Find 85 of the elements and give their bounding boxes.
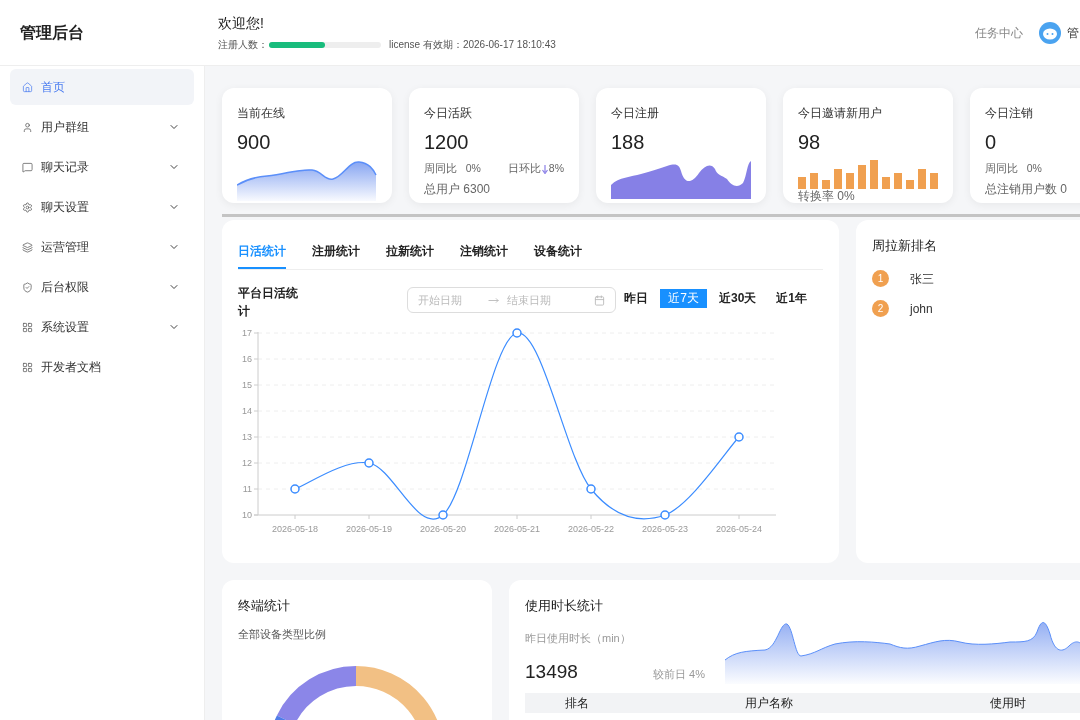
week-ratio: 周同比 0% [424,161,481,176]
y-tick-label: 16 [242,354,252,364]
sidebar-item[interactable]: 后台权限 [10,269,194,305]
range-button[interactable]: 昨日 [616,289,657,308]
data-point [512,328,522,338]
calendar-icon [594,294,605,306]
card-total: 总用户 6300 [424,180,492,198]
sidebar-item[interactable]: 首页 [10,69,194,105]
user-name[interactable]: 管 [1067,23,1080,42]
card-total: 总注销用户数 0 [985,180,1068,198]
data-point [290,484,300,494]
y-tick-label: 10 [242,510,252,520]
grid-icon [22,361,33,373]
y-tick-label: 12 [242,458,252,468]
data-point [660,510,670,520]
sidebar-item[interactable]: 运营管理 [10,229,194,265]
y-tick-label: 11 [242,484,252,494]
column-header: 使用时 [990,694,1026,712]
tab[interactable]: 注册统计 [312,242,360,269]
data-point [364,458,374,468]
sidebar-item[interactable]: 聊天设置 [10,189,194,225]
tab[interactable]: 拉新统计 [386,242,434,269]
avatar-icon[interactable] [1039,21,1061,44]
data-point [734,432,744,442]
user-icon [22,121,33,133]
card-value: 0 [985,130,998,155]
rank-badge: 2 [872,300,889,317]
usage-compare: 较前日 4% [653,667,705,682]
data-point [438,510,448,520]
x-tick-label: 2026-05-23 [642,524,688,534]
x-tick-label: 2026-05-18 [272,524,318,534]
column-header: 用户名称 [745,694,794,712]
column-header: 排名 [565,694,590,712]
tab[interactable]: 设备统计 [534,242,582,269]
home-icon [22,81,33,93]
y-tick-label: 14 [242,406,252,416]
sidebar-item[interactable]: 系统设置 [10,309,194,345]
welcome-text: 欢迎您! [218,14,265,33]
card-title: 今日活跃 [424,105,473,121]
card-value: 900 [237,130,272,155]
x-tick-label: 2026-05-21 [494,524,540,534]
settings-icon [22,201,33,213]
y-tick-label: 17 [242,328,252,338]
x-tick-label: 2026-05-20 [420,524,466,534]
app-title: 管理后台 [19,22,85,43]
card-value: 98 [798,130,822,155]
task-center-link[interactable]: 任务中心 [975,23,1023,42]
card-title: 今日注册 [611,105,660,121]
rank-badge: 1 [872,270,889,287]
card-title: 今日邀请新用户 [798,105,883,121]
chart-title: 平台日活统计 [238,285,299,320]
tab[interactable]: 注销统计 [460,242,508,269]
range-button[interactable]: 近1年 [768,289,815,308]
sidebar-item[interactable]: 聊天记录 [10,149,194,185]
x-tick-label: 2026-05-24 [716,524,762,534]
registered-label: 注册人数： [218,38,268,52]
data-point [586,484,596,494]
sidebar-item[interactable]: 用户群组 [10,109,194,145]
y-tick-label: 15 [242,380,252,390]
panel-title: 终端统计 [238,597,291,615]
user-name: 张三 [910,270,934,288]
shield-icon [22,281,33,293]
usage-label: 昨日使用时长（min） [525,630,632,646]
week-ratio: 周同比 0% [985,161,1042,176]
x-tick-label: 2026-05-22 [568,524,614,534]
layers-icon [22,241,33,253]
card-footer: 转换率 0% [798,189,938,203]
y-tick-label: 13 [242,432,252,442]
license-text: license 有效期：2026-06-17 18:10:43 [389,38,556,52]
day-ratio: 日环比 8% [507,161,564,176]
x-tick-label: 2026-05-19 [346,524,392,534]
user-name: john [910,300,933,318]
grid-icon [22,321,33,333]
usage-value: 13498 [525,660,578,684]
card-title: 当前在线 [237,105,286,121]
sidebar-item[interactable]: 开发者文档 [10,349,194,385]
card-title: 今日注销 [985,105,1034,121]
card-value: 188 [611,130,646,155]
card-value: 1200 [424,130,470,155]
chat-icon [22,161,33,173]
arrow-down-icon [541,164,548,174]
panel-title: 周拉新排名 [872,237,938,255]
range-button[interactable]: 近30天 [710,289,765,308]
panel-title: 使用时长统计 [525,597,604,615]
panel-subtitle: 全部设备类型比例 [238,626,327,642]
